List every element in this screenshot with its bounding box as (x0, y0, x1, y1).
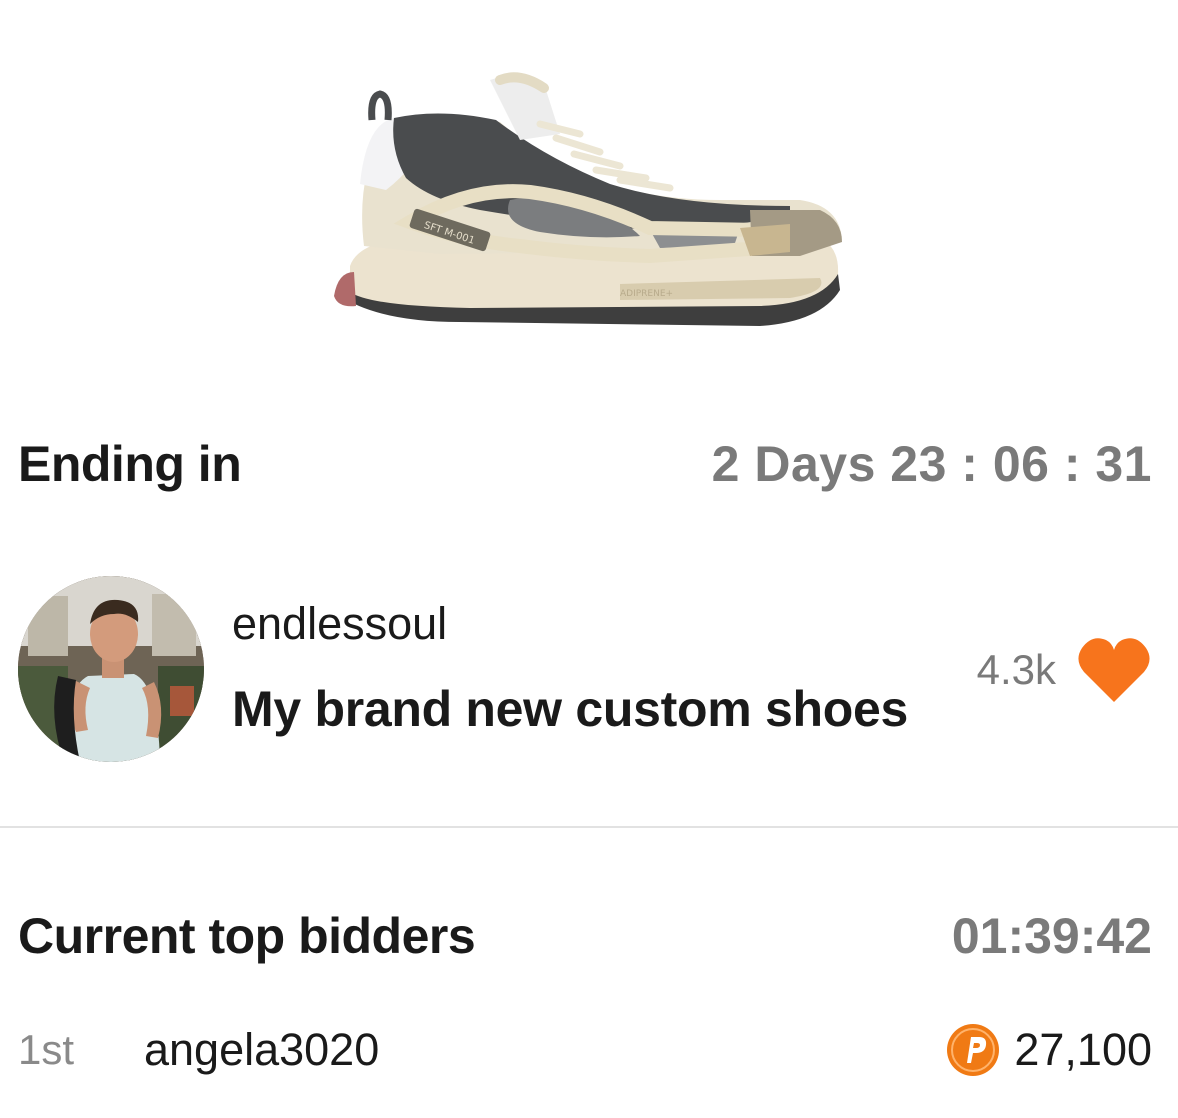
heart-icon[interactable] (1076, 636, 1152, 704)
seller-username[interactable]: endlessoul (232, 598, 447, 650)
avatar-image (18, 576, 204, 762)
seller-avatar[interactable] (18, 576, 204, 762)
bidders-header-row: Current top bidders 01:39:42 (18, 904, 1152, 968)
auction-countdown: 2 Days 23 : 06 : 31 (711, 436, 1152, 492)
seller-section: endlessoul My brand new custom shoes 4.3… (18, 576, 1152, 764)
sneaker-illustration: SFT M-001 ADIPRENE+ (334, 72, 842, 326)
bidder-name[interactable]: angela3020 (144, 1024, 946, 1076)
likes-group: 4.3k (977, 636, 1152, 704)
bidders-label: Current top bidders (18, 908, 476, 964)
bid-timer: 01:39:42 (951, 908, 1152, 964)
bid-amount-group: 27,100 (946, 1023, 1152, 1077)
bidder-row[interactable]: 1st angela3020 27,100 (18, 1020, 1152, 1080)
product-image[interactable]: SFT M-001 ADIPRENE+ (320, 60, 860, 350)
sole-text: ADIPRENE+ (620, 289, 673, 299)
like-count: 4.3k (976, 646, 1056, 693)
auction-ending-row: Ending in 2 Days 23 : 06 : 31 (18, 432, 1152, 496)
listing-title: My brand new custom shoes (232, 681, 908, 737)
points-coin-icon (947, 1024, 1000, 1076)
bid-amount: 27,100 (1014, 1024, 1152, 1075)
bidder-rank: 1st (18, 1026, 75, 1073)
ending-label: Ending in (18, 436, 242, 492)
section-divider (0, 826, 1178, 828)
